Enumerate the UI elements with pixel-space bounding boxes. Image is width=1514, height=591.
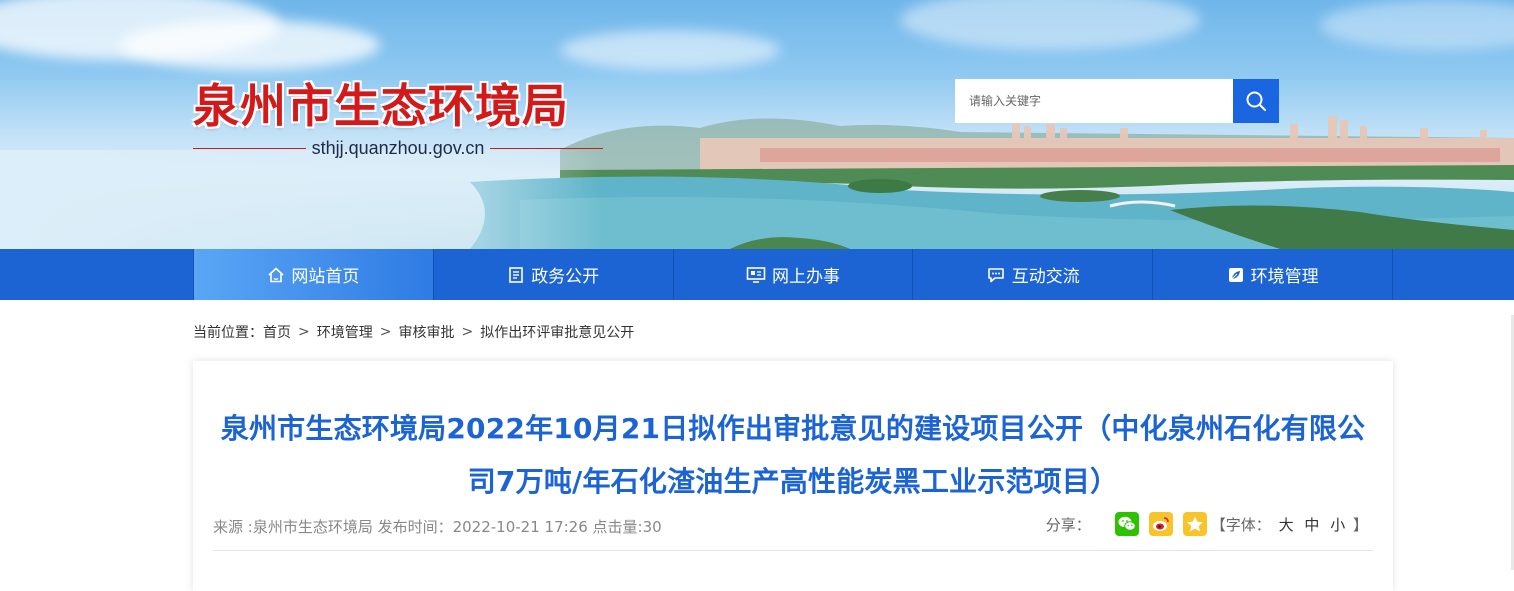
nav-item-label: 网站首页 <box>291 267 360 287</box>
nav-item-gov-affairs[interactable]: 政务公开 <box>434 249 674 300</box>
nav-item-label: 网上办事 <box>771 267 840 287</box>
chat-icon <box>987 267 1004 282</box>
home-icon <box>268 266 284 282</box>
breadcrumb-separator: > <box>461 324 474 340</box>
search-button[interactable] <box>1233 79 1279 123</box>
breadcrumb-prefix: 当前位置： <box>193 325 263 341</box>
decor-line <box>193 147 306 149</box>
wechat-share-button[interactable] <box>1114 512 1139 536</box>
weibo-share-button[interactable] <box>1148 512 1173 536</box>
main-nav: 网站首页 政务公开 网上办事 互动交流 环境管理 <box>0 249 1514 300</box>
monitor-icon <box>746 266 766 283</box>
article-meta: 来源 :泉州市生态环境局 发布时间：2022-10-21 17:26 点击量:3… <box>213 518 662 536</box>
breadcrumb-home[interactable]: 首页 <box>263 322 291 342</box>
font-size-control: 【字体： 大 中 小 】 <box>1211 514 1368 535</box>
font-size-small[interactable]: 小 <box>1330 516 1345 534</box>
breadcrumb-current[interactable]: 拟作出环评审批意见公开 <box>480 322 634 342</box>
nav-item-home[interactable]: 网站首页 <box>193 249 434 300</box>
nav-item-label: 环境管理 <box>1250 267 1319 287</box>
nav-item-interaction[interactable]: 互动交流 <box>913 249 1154 300</box>
search-input[interactable] <box>955 79 1233 123</box>
search-icon <box>1246 91 1266 111</box>
breadcrumb-separator: > <box>298 324 310 340</box>
site-url-text: sthjj.quanzhou.gov.cn <box>311 137 485 158</box>
site-url: sthjj.quanzhou.gov.cn <box>193 137 604 159</box>
nav-item-environment-mgmt[interactable]: 环境管理 <box>1153 249 1393 300</box>
decor-line <box>490 147 604 149</box>
nav-item-online-services[interactable]: 网上办事 <box>674 249 914 300</box>
qzone-share-button[interactable] <box>1182 512 1207 536</box>
font-size-large[interactable]: 大 <box>1279 516 1294 534</box>
article-title: 泉州市生态环境局2022年10月21日拟作出审批意见的建设项目公开（中化泉州石化… <box>220 412 1366 498</box>
share-bar: 分享： 【字体： 大 中 小 】 <box>1046 512 1368 536</box>
breadcrumb: 当前位置： 首页 > 环境管理 > 审核审批 > 拟作出环评审批意见公开 <box>193 321 634 343</box>
font-size-open: 【字体： <box>1210 515 1271 534</box>
nav-item-label: 政务公开 <box>531 267 600 287</box>
meta-divider <box>213 550 1373 551</box>
breadcrumb-review-approval[interactable]: 审核审批 <box>398 322 454 342</box>
header-banner: 泉州市生态环境局 sthjj.quanzhou.gov.cn <box>0 0 1514 249</box>
breadcrumb-separator: > <box>379 324 392 340</box>
font-size-close: 】 <box>1352 515 1368 534</box>
site-title: 泉州市生态环境局 <box>193 79 569 133</box>
breadcrumb-environment-mgmt[interactable]: 环境管理 <box>317 322 373 342</box>
nav-item-label: 互动交流 <box>1011 267 1080 287</box>
leaf-icon <box>1228 267 1243 282</box>
font-size-medium[interactable]: 中 <box>1304 516 1319 534</box>
article-card: 泉州市生态环境局2022年10月21日拟作出审批意见的建设项目公开（中化泉州石化… <box>193 361 1393 591</box>
document-icon <box>509 266 523 283</box>
weibo-icon <box>1152 517 1169 531</box>
share-label: 分享： <box>1045 515 1091 534</box>
star-icon <box>1186 516 1203 532</box>
wechat-icon <box>1118 516 1136 531</box>
